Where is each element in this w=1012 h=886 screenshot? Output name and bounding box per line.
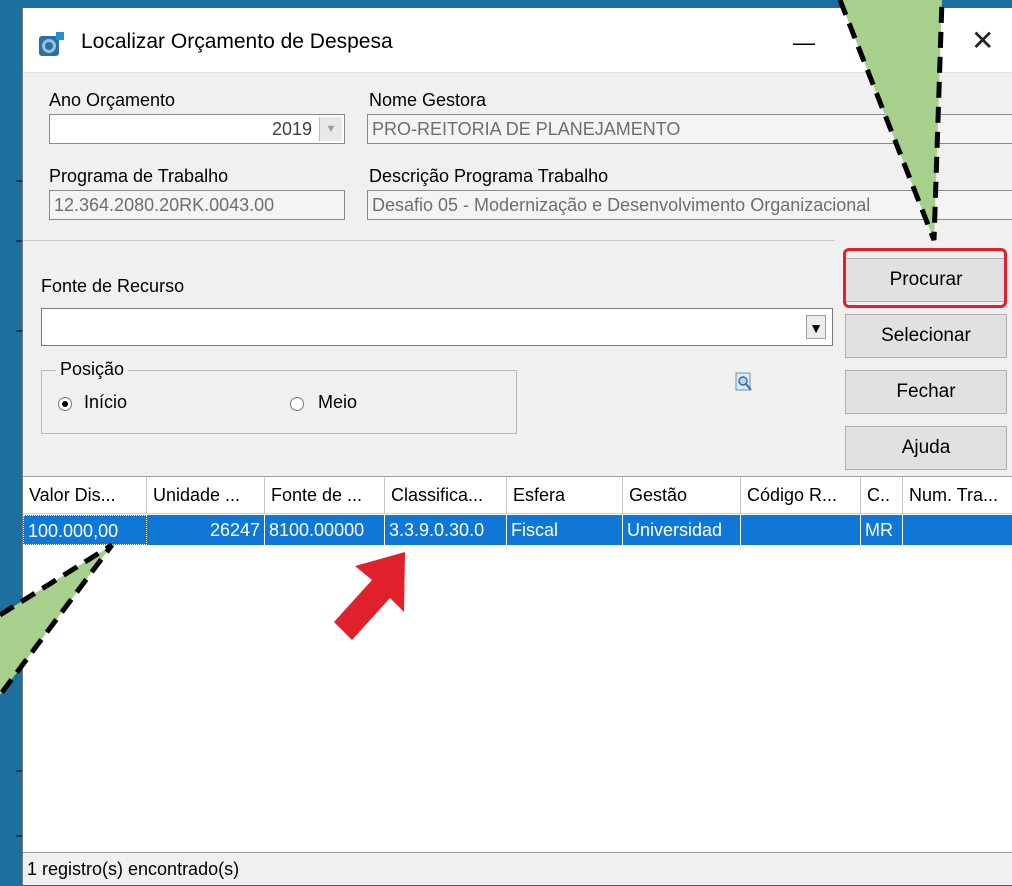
- magnifier-icon[interactable]: [735, 372, 753, 392]
- dialog-window: Localizar Orçamento de Despesa — ✕ Ano O…: [22, 8, 1012, 885]
- radio-inicio[interactable]: [58, 397, 72, 411]
- programa-trabalho-label: Programa de Trabalho: [49, 166, 229, 186]
- posicao-label: Posição: [56, 359, 129, 380]
- programa-trabalho-value: 12.364.2080.20RK.0043.00: [54, 195, 275, 215]
- table-cell[interactable]: [741, 515, 861, 545]
- fechar-button[interactable]: Fechar: [845, 370, 1007, 414]
- ajuda-button[interactable]: Ajuda: [845, 426, 1007, 470]
- column-header[interactable]: Unidade ...: [147, 477, 265, 513]
- status-text: 1 registro(s) encontrado(s): [27, 859, 240, 879]
- programa-trabalho-field[interactable]: 12.364.2080.20RK.0043.00: [49, 190, 345, 220]
- column-header[interactable]: Código R...: [741, 477, 861, 513]
- grid-header: Valor Dis... Unidade ... Fonte de ... Cl…: [23, 477, 1012, 514]
- fonte-recurso-select[interactable]: ▼: [41, 308, 833, 346]
- table-cell[interactable]: 26247: [147, 515, 265, 545]
- ano-orcamento-label: Ano Orçamento: [49, 90, 176, 110]
- fonte-recurso-label: Fonte de Recurso: [41, 276, 185, 296]
- status-bar: 1 registro(s) encontrado(s): [23, 852, 1012, 885]
- minimize-button[interactable]: —: [793, 30, 815, 56]
- nome-gestora-field[interactable]: PRO-REITORIA DE PLANEJAMENTO: [367, 114, 1012, 144]
- title-bar[interactable]: Localizar Orçamento de Despesa — ✕: [23, 8, 1012, 73]
- descricao-programa-value: Desafio 05 - Modernização e Desenvolvime…: [372, 195, 871, 215]
- column-header[interactable]: C..: [861, 477, 903, 513]
- results-grid[interactable]: Valor Dis... Unidade ... Fonte de ... Cl…: [23, 476, 1012, 853]
- ano-orcamento-field[interactable]: 2019 ▼: [49, 114, 345, 144]
- radio-inicio-label[interactable]: Início: [84, 392, 127, 413]
- close-button[interactable]: ✕: [971, 24, 994, 57]
- procurar-highlight-box: [843, 248, 1007, 308]
- app-icon: [39, 32, 64, 56]
- table-cell[interactable]: Fiscal: [507, 515, 623, 545]
- table-row[interactable]: 100.000,00 26247 8100.00000 3.3.9.0.30.0…: [23, 515, 1012, 545]
- column-header[interactable]: Num. Tra...: [903, 477, 1012, 513]
- table-cell[interactable]: 3.3.9.0.30.0: [385, 515, 507, 545]
- chevron-down-icon[interactable]: ▼: [319, 117, 342, 141]
- descricao-programa-field[interactable]: Desafio 05 - Modernização e Desenvolvime…: [367, 190, 1012, 220]
- desktop-background: [0, 0, 22, 885]
- table-cell[interactable]: [903, 515, 1012, 545]
- chevron-down-icon[interactable]: ▼: [806, 315, 826, 339]
- table-cell[interactable]: 100.000,00: [23, 515, 147, 545]
- window-title: Localizar Orçamento de Despesa: [81, 30, 393, 53]
- column-header[interactable]: Gestão: [623, 477, 741, 513]
- column-header[interactable]: Valor Dis...: [23, 477, 147, 513]
- ano-orcamento-value: 2019: [271, 119, 312, 139]
- posicao-group: Posição Início Meio: [41, 359, 517, 434]
- selecionar-button[interactable]: Selecionar: [845, 314, 1007, 358]
- descricao-programa-label: Descrição Programa Trabalho: [369, 166, 609, 186]
- column-header[interactable]: Esfera: [507, 477, 623, 513]
- nome-gestora-value: PRO-REITORIA DE PLANEJAMENTO: [372, 119, 681, 139]
- separator: [23, 240, 835, 241]
- radio-meio[interactable]: [290, 397, 304, 411]
- column-header[interactable]: Classifica...: [385, 477, 507, 513]
- nome-gestora-label: Nome Gestora: [369, 90, 487, 110]
- table-cell[interactable]: MR: [861, 515, 903, 545]
- table-cell[interactable]: Universidad: [623, 515, 741, 545]
- table-cell[interactable]: 8100.00000: [265, 515, 385, 545]
- column-header[interactable]: Fonte de ...: [265, 477, 385, 513]
- radio-meio-label[interactable]: Meio: [318, 392, 357, 413]
